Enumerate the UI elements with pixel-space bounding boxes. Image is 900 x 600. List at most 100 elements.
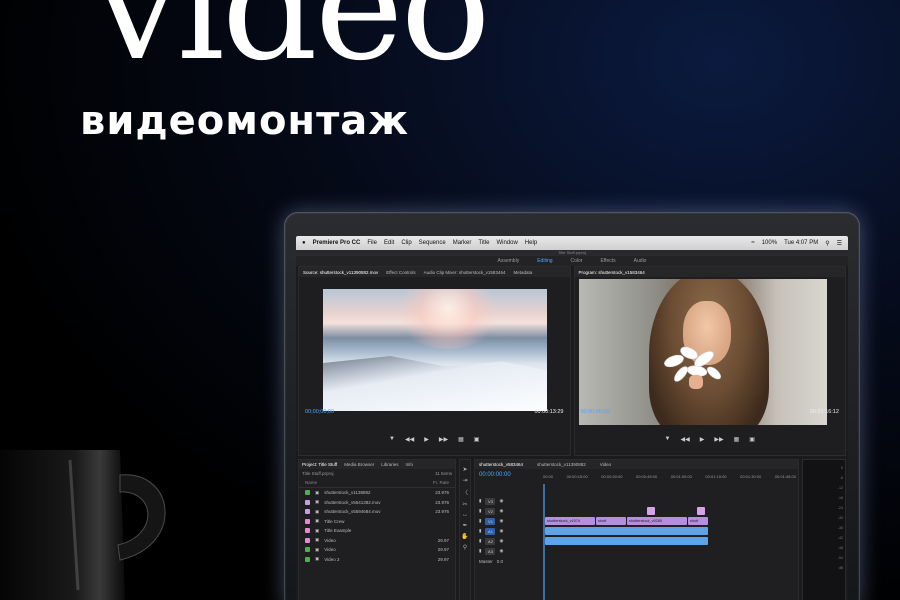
workspace-effects[interactable]: Effects [600, 258, 615, 264]
tab-info[interactable]: Info [405, 462, 413, 467]
pen-tool-icon[interactable]: ✒ [462, 522, 467, 529]
tab-effect-controls[interactable]: Effect Controls [386, 270, 415, 275]
track-header[interactable]: ▮ A2 ◉ [475, 536, 541, 546]
a2-audio-clip[interactable] [545, 537, 708, 545]
project-item[interactable]: ▣ shutterstock_v1138882 23.976 [299, 488, 455, 498]
ripple-edit-icon[interactable]: 〈 [462, 488, 468, 497]
zoom-tool-icon[interactable]: ⚲ [463, 544, 467, 551]
track-label[interactable]: V2 [485, 507, 496, 515]
eye-icon[interactable]: ◉ [499, 528, 503, 534]
export-frame-icon[interactable]: ▣ [474, 436, 480, 443]
menu-window[interactable]: Window [497, 240, 518, 246]
lift-icon[interactable]: ▦ [734, 436, 740, 443]
track-label[interactable]: A1 [485, 527, 496, 535]
lock-icon[interactable]: ▮ [479, 508, 481, 514]
step-forward-icon[interactable]: ▶▶ [714, 436, 723, 443]
tab-sequence-3[interactable]: Video [600, 462, 611, 467]
tab-libraries[interactable]: Libraries [381, 462, 398, 467]
play-icon[interactable]: ▶ [700, 436, 705, 443]
tab-sequence-2[interactable]: shutterstock_v11390882 [537, 462, 586, 467]
menu-list-icon[interactable]: ☰ [837, 240, 842, 247]
eye-icon[interactable]: ◉ [499, 508, 503, 514]
master-track[interactable]: Master 0.0 [475, 556, 541, 566]
project-item[interactable]: ▣ Video 2 29.97 [299, 555, 455, 565]
insert-icon[interactable]: ▦ [458, 436, 464, 443]
track-header[interactable]: ▮ A1 ◉ [475, 526, 541, 536]
menu-marker[interactable]: Marker [453, 240, 472, 246]
project-item[interactable]: ▣ Title Crew [299, 517, 455, 527]
tab-project[interactable]: Project: Title Stuff [302, 462, 337, 467]
menu-title[interactable]: Title [478, 240, 489, 246]
step-back-icon[interactable]: ◀◀ [405, 436, 414, 443]
program-video-frame[interactable] [578, 279, 827, 425]
lock-icon[interactable]: ▮ [479, 538, 481, 544]
mark-in-icon[interactable]: ▼ [665, 436, 671, 443]
step-back-icon[interactable]: ◀◀ [681, 436, 690, 443]
export-frame-icon[interactable]: ▣ [749, 436, 755, 443]
tab-sequence-1[interactable]: shutterstock_v583464 [479, 462, 523, 467]
timeline-timecode[interactable]: 00:00:00:00 [479, 472, 511, 478]
track-select-icon[interactable]: ⇥ [462, 477, 467, 484]
tab-metadata[interactable]: Metadata [513, 270, 532, 275]
workspace-audio[interactable]: Audio [634, 258, 647, 264]
track-label[interactable]: V3 [485, 497, 496, 505]
v1-clip[interactable]: shutt [596, 517, 626, 525]
a1-audio-clip[interactable] [545, 527, 708, 535]
menu-edit[interactable]: Edit [384, 240, 394, 246]
hand-tool-icon[interactable]: ✋ [461, 533, 468, 540]
slip-tool-icon[interactable]: ↔ [462, 512, 468, 518]
workspace-assembly[interactable]: Assembly [498, 258, 520, 264]
lock-icon[interactable]: ▮ [479, 518, 481, 524]
menu-app-name[interactable]: Premiere Pro CC [313, 240, 361, 246]
menu-help[interactable]: Help [525, 240, 537, 246]
menubar-clock[interactable]: Tue 4:07 PM [784, 240, 818, 246]
apple-icon[interactable]: ● [302, 240, 306, 246]
menu-file[interactable]: File [367, 240, 377, 246]
v1-clip[interactable]: shutt [688, 517, 708, 525]
column-name[interactable]: Name [305, 480, 317, 485]
battery-level[interactable]: 100% [762, 240, 777, 246]
project-item[interactable]: ▣ Title Example [299, 526, 455, 536]
workspace-color[interactable]: Color [571, 258, 583, 264]
search-icon[interactable]: ⚲ [825, 240, 829, 247]
tab-program[interactable]: Program: shutterstock_v1583464 [579, 270, 645, 275]
project-item[interactable]: ▣ shutterstock_v5641382.mov 23.976 [299, 498, 455, 508]
master-value[interactable]: 0.0 [497, 559, 503, 564]
source-video-frame[interactable] [323, 289, 547, 411]
track-label[interactable]: A3 [485, 547, 496, 555]
menu-sequence[interactable]: Sequence [419, 240, 446, 246]
lock-icon[interactable]: ▮ [479, 498, 481, 504]
track-header[interactable]: ▮ V1 ◉ [475, 516, 541, 526]
eye-icon[interactable]: ◉ [499, 498, 503, 504]
track-header[interactable]: ▮ V2 ◉ [475, 506, 541, 516]
project-item[interactable]: ▣ Video 29.97 [299, 545, 455, 555]
source-timecode[interactable]: 00;00;00;00 [305, 409, 334, 415]
step-forward-icon[interactable]: ▶▶ [439, 436, 448, 443]
eye-icon[interactable]: ◉ [499, 538, 503, 544]
tab-media-browser[interactable]: Media Browser [344, 462, 374, 467]
tab-source[interactable]: Source: shutterstock_v11390882.mov [303, 270, 378, 275]
razor-tool-icon[interactable]: ✂ [462, 501, 467, 508]
v2-marker-clip[interactable] [697, 507, 705, 515]
track-label[interactable]: A2 [485, 537, 496, 545]
lock-icon[interactable]: ▮ [479, 528, 481, 534]
selection-tool-icon[interactable]: ➤ [462, 466, 467, 473]
track-label[interactable]: V1 [485, 517, 496, 525]
v2-marker-clip[interactable] [647, 507, 655, 515]
tab-audio-clip-mixer[interactable]: Audio Clip Mixer: shutterstock_v1583464 [424, 270, 506, 275]
wifi-icon[interactable]: ≈ [751, 240, 754, 246]
track-header[interactable]: ▮ V3 ◉ [475, 496, 541, 506]
mark-in-icon[interactable]: ▼ [389, 436, 395, 443]
program-timecode[interactable]: 00;00;00;00 [581, 409, 610, 415]
track-header[interactable]: ▮ A3 ◉ [475, 546, 541, 556]
menu-clip[interactable]: Clip [401, 240, 411, 246]
v1-clip[interactable]: shutterstock_v1574 [545, 517, 595, 525]
eye-icon[interactable]: ◉ [499, 518, 503, 524]
time-ruler[interactable]: 00:00 00:00:15:00 00:00:30:00 00:00:45:00 00… [543, 474, 796, 482]
lock-icon[interactable]: ▮ [479, 548, 481, 554]
column-frame-rate[interactable]: Fr. Rate [433, 480, 449, 485]
v1-clip[interactable]: shutterstock_v5285 [627, 517, 687, 525]
project-item[interactable]: ▣ Video 29.97 [299, 536, 455, 546]
play-icon[interactable]: ▶ [424, 436, 429, 443]
project-item[interactable]: ▣ shutterstock_v5594684.mov 23.976 [299, 507, 455, 517]
